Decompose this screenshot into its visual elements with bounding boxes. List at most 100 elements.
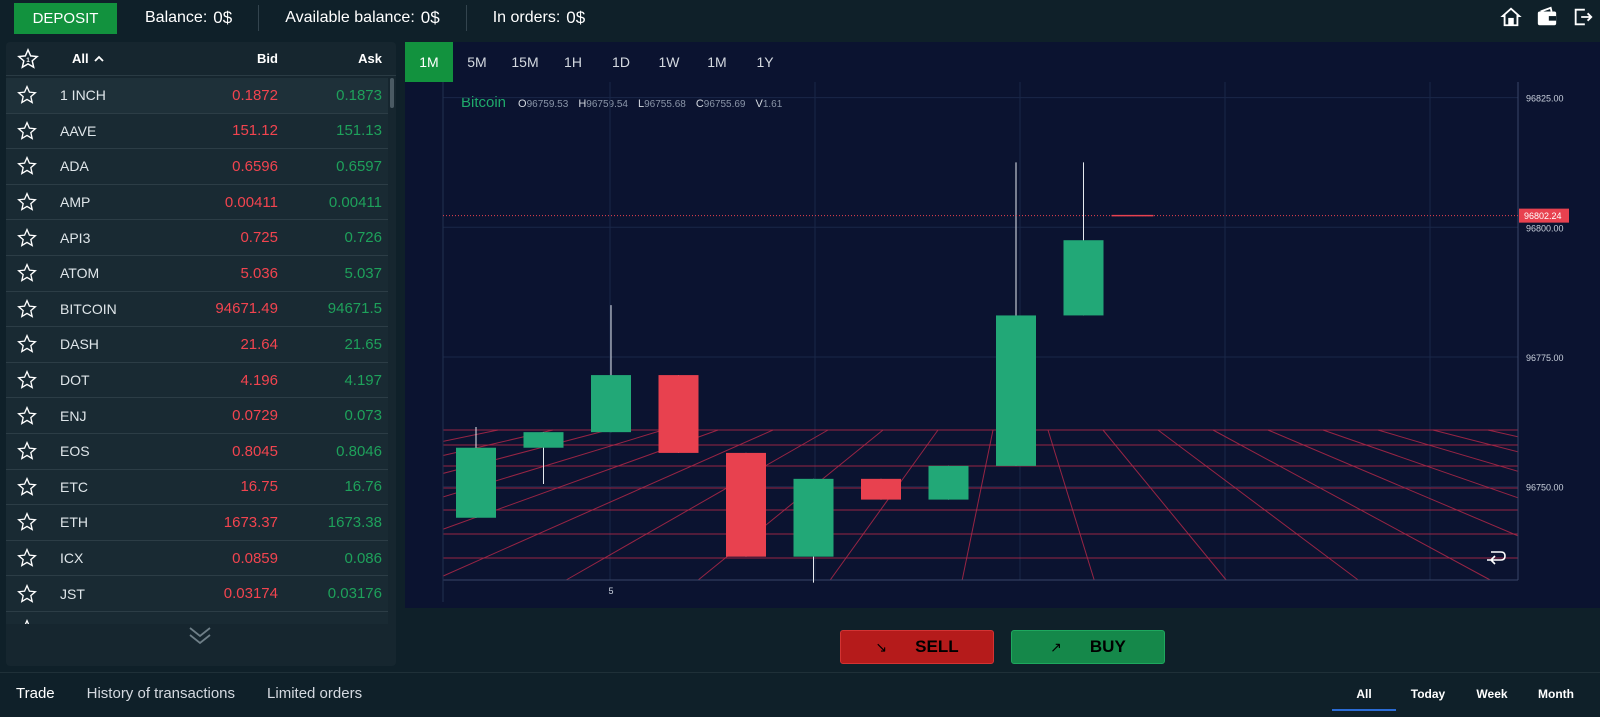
market-row[interactable]: JST 0.03174 0.03176 <box>6 576 388 612</box>
bid-column-header[interactable]: Bid <box>180 51 278 66</box>
market-row[interactable]: DASH 21.64 21.65 <box>6 327 388 363</box>
market-bid: 21.64 <box>240 335 278 353</box>
star-icon[interactable] <box>6 512 48 532</box>
favorites-filter-icon[interactable]: 1 <box>6 47 50 70</box>
in-orders-stat: In orders: 0$ <box>465 5 612 31</box>
y-tick-label: 96800.00 <box>1526 223 1564 233</box>
bottom-tab[interactable]: Limited orders <box>267 685 362 702</box>
home-icon[interactable] <box>1500 6 1522 28</box>
market-row[interactable]: API3 0.725 0.726 <box>6 220 388 256</box>
market-bid: 0.8045 <box>232 442 278 460</box>
deposit-button[interactable]: DEPOSIT <box>14 2 117 34</box>
star-icon[interactable] <box>6 370 48 390</box>
period-option[interactable]: Week <box>1460 687 1524 711</box>
toolbar-mask <box>405 82 443 608</box>
market-ask: 0.1873 <box>336 86 382 104</box>
available-balance-stat: Available balance: 0$ <box>258 5 466 31</box>
y-tick-label: 96750.00 <box>1526 483 1564 493</box>
market-row[interactable]: 1 INCH 0.1872 0.1873 <box>6 78 388 114</box>
market-ask: 94671.5 <box>327 300 382 318</box>
market-name: ADA <box>60 158 89 175</box>
candle-body <box>658 375 699 453</box>
chevron-up-icon <box>93 55 104 62</box>
period-option[interactable]: All <box>1332 687 1396 711</box>
market-row[interactable]: ETH 1673.37 1673.38 <box>6 505 388 541</box>
candlestick-chart[interactable]: 96825.00 96800.00 96775.00 96750.00 5 96802.2… <box>405 42 1600 608</box>
buy-button[interactable]: ↗ BUY <box>1011 630 1165 664</box>
star-icon[interactable] <box>6 120 48 141</box>
period-option[interactable]: Today <box>1396 687 1460 711</box>
market-bid: 4.196 <box>240 371 278 389</box>
bottom-tabs: Trade History of transactions Limited orde… <box>16 685 362 702</box>
market-ask: 0.00411 <box>328 193 382 211</box>
market-bid: 151.12 <box>232 122 278 140</box>
market-name: AMP <box>60 194 91 211</box>
x-tick-label: 5 <box>608 586 613 596</box>
current-price-label: 96802.24 <box>1524 211 1562 221</box>
market-row[interactable]: ICX 0.0859 0.086 <box>6 540 388 577</box>
market-ask: 0.073 <box>344 407 382 425</box>
candle-body <box>591 375 631 433</box>
balance-stat: Balance: 0$ <box>117 5 258 31</box>
market-bid: 1673.37 <box>223 513 278 531</box>
star-icon[interactable] <box>6 85 48 105</box>
market-row[interactable]: AMP 0.00411 0.00411 <box>6 184 388 221</box>
star-icon[interactable] <box>6 583 48 604</box>
market-name: ETC <box>60 478 88 495</box>
star-icon[interactable] <box>6 227 48 248</box>
chart-area: 1M 5M 15M 1H 1D 1W 1M 1Y Bitcoin O96759.53 H967… <box>405 42 1600 608</box>
market-row[interactable]: ETC 16.75 16.76 <box>6 469 388 506</box>
star-icon[interactable] <box>6 156 48 176</box>
period-option[interactable]: Month <box>1524 687 1588 711</box>
market-ask: 4.197 <box>344 371 382 389</box>
star-icon[interactable] <box>6 619 48 624</box>
all-filter[interactable]: All <box>50 51 180 66</box>
sell-button[interactable]: ↘ SELL <box>840 630 994 664</box>
market-ask: 0.8046 <box>336 442 382 460</box>
market-name: JST <box>60 585 85 602</box>
market-row[interactable]: ENJ 0.0729 0.073 <box>6 398 388 434</box>
bottom-tab[interactable]: History of transactions <box>87 685 235 702</box>
star-icon[interactable] <box>6 334 48 354</box>
balance-label: Balance: <box>145 9 208 26</box>
available-balance-value: 0$ <box>420 8 440 27</box>
market-row[interactable]: EOS 0.8045 0.8046 <box>6 433 388 470</box>
chevron-down-icon[interactable] <box>186 622 214 648</box>
markets-list: 1 INCH 0.1872 0.1873 AAVE 151.12 151.13 ADA 0.6… <box>6 78 388 624</box>
y-tick-label: 96825.00 <box>1526 94 1564 104</box>
market-name: ICX <box>60 550 84 567</box>
market-row[interactable]: DOT 4.196 4.197 <box>6 362 388 399</box>
star-icon[interactable] <box>6 298 48 319</box>
market-row[interactable]: ADA 0.6596 0.6597 <box>6 149 388 185</box>
market-bid: 0.03174 <box>223 585 278 603</box>
star-icon[interactable] <box>6 263 48 283</box>
star-icon[interactable] <box>6 476 48 497</box>
markets-panel: 1 All Bid Ask 1 INCH 0.1872 0.1873 AAVE 151.… <box>6 42 396 666</box>
market-bid: 16.75 <box>240 478 278 496</box>
star-icon[interactable] <box>6 192 48 212</box>
market-ask: 1673.38 <box>327 513 382 531</box>
star-icon[interactable] <box>6 441 48 461</box>
bottom-tab[interactable]: Trade <box>16 685 55 702</box>
markets-scrollbar[interactable] <box>390 78 394 108</box>
markets-header: 1 All Bid Ask <box>6 42 396 76</box>
star-icon[interactable] <box>6 548 48 568</box>
market-ask: 5.037 <box>344 264 382 282</box>
market-row[interactable]: BITCOIN 94671.49 94671.5 <box>6 291 388 328</box>
market-ask: 16.76 <box>344 478 382 496</box>
market-bid: 0.6596 <box>232 157 278 175</box>
axis-mask <box>1518 82 1600 608</box>
sell-label: SELL <box>915 637 959 656</box>
market-ask: 0.086 <box>344 549 382 567</box>
market-ask: 0.3957 <box>278 621 382 624</box>
market-row[interactable]: ATOM 5.036 5.037 <box>6 255 388 292</box>
market-bid: 94671.49 <box>215 300 278 318</box>
market-name: ATOM <box>60 265 100 282</box>
market-name: AAVE <box>60 122 97 139</box>
candle-body <box>523 432 564 448</box>
ask-column-header[interactable]: Ask <box>278 51 382 66</box>
star-icon[interactable] <box>6 405 48 426</box>
wallet-icon[interactable] <box>1536 6 1558 28</box>
market-row[interactable]: AAVE 151.12 151.13 <box>6 113 388 150</box>
logout-icon[interactable] <box>1572 6 1594 28</box>
